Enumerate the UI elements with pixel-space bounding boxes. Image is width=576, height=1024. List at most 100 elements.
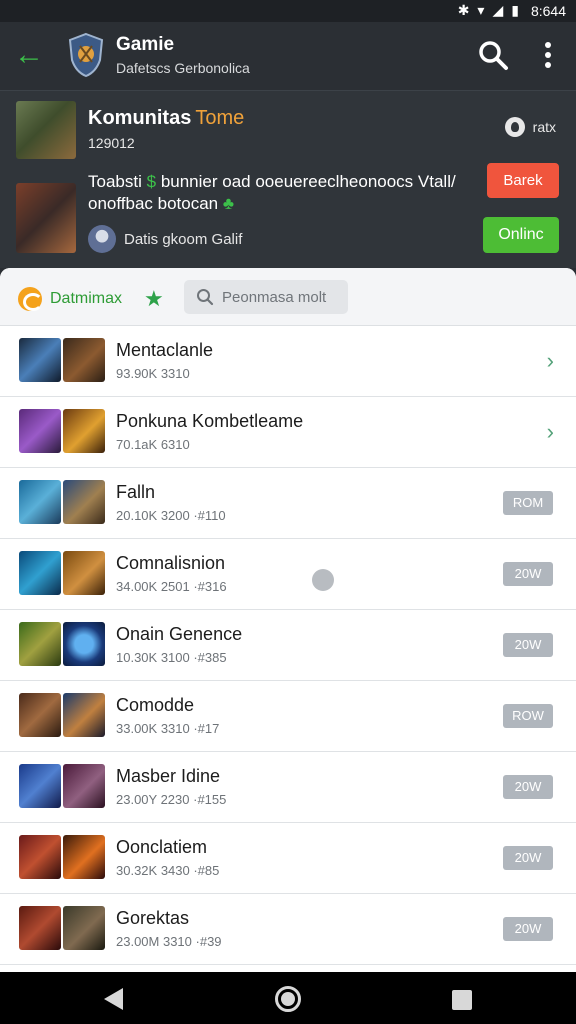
desc-line1: Toabsti — [88, 172, 142, 191]
game-list: Mentaclanle 93.90K 3310 › Ponkuna Kombet… — [0, 326, 576, 965]
author-avatar — [88, 225, 116, 253]
community-code: 129012 — [88, 135, 135, 151]
game-thumbnail — [19, 906, 61, 950]
signal-icon: ◢ — [492, 2, 504, 18]
report-button[interactable]: Barek — [487, 163, 559, 198]
game-thumbnail — [19, 835, 61, 879]
item-meta: 30.32K 3430 ·#85 — [116, 863, 220, 878]
item-action-pill[interactable]: ROW — [503, 704, 553, 728]
desc-line2: onoffbac botocan — [88, 194, 219, 213]
list-item[interactable]: Falln 20.10K 3200 ·#110 ROM — [0, 468, 576, 539]
game-thumbnail — [19, 622, 61, 666]
leaf-icon: ♣ — [222, 194, 235, 213]
item-title: Masber Idine — [116, 766, 221, 786]
item-meta: 10.30K 3100 ·#385 — [116, 650, 227, 665]
game-thumbnail — [19, 338, 61, 382]
status-bar: ✱ ▾ ◢ ▮ 8:644 — [0, 0, 576, 22]
game-thumbnail — [19, 409, 61, 453]
nav-recents-icon[interactable] — [452, 990, 472, 1010]
post-thumbnail[interactable] — [16, 183, 76, 253]
more-options-button[interactable] — [538, 38, 558, 72]
content-panel: Datmimax ★ Peonmasa molt Mentaclanle 93.… — [0, 268, 576, 972]
game-thumbnail — [19, 551, 61, 595]
app-title: Gamie — [116, 34, 175, 55]
chevron-right-icon[interactable]: › — [547, 419, 554, 445]
list-item[interactable]: Masber Idine 23.00Y 2230 ·#155 20W — [0, 752, 576, 823]
item-title: Comnalisnion — [116, 553, 226, 573]
game-thumbnail — [19, 764, 61, 808]
item-meta: 93.90K 3310 — [116, 366, 190, 381]
game-thumbnail — [63, 906, 105, 950]
list-item[interactable]: Comodde 33.00K 3310 ·#17 ROW — [0, 681, 576, 752]
author-badge[interactable]: Datis gkoom Galif — [88, 225, 242, 253]
list-item[interactable]: Gorektas 23.00M 3310 ·#39 20W — [0, 894, 576, 965]
star-icon[interactable]: ★ — [144, 286, 164, 312]
bluetooth-icon: ✱ — [457, 2, 470, 18]
item-meta: 20.10K 3200 ·#110 — [116, 508, 226, 523]
item-title: Oonclatiem — [116, 837, 208, 857]
item-action-pill[interactable]: 20W — [503, 917, 553, 941]
battery-icon: ▮ — [511, 2, 519, 18]
item-action-pill[interactable]: 20W — [503, 775, 553, 799]
game-thumbnail — [19, 480, 61, 524]
search-icon — [479, 41, 508, 70]
search-field-icon — [197, 289, 214, 306]
status-time: 8:644 — [530, 2, 566, 19]
search-placeholder: Peonmasa molt — [222, 288, 327, 306]
game-thumbnail — [63, 480, 105, 524]
nav-home-icon[interactable] — [275, 986, 301, 1012]
drop-icon — [504, 117, 525, 137]
item-action-pill[interactable]: ROM — [503, 491, 553, 515]
game-thumbnail — [63, 835, 105, 879]
item-title: Comodde — [116, 695, 195, 715]
community-rating[interactable]: ratx — [504, 117, 556, 137]
list-item[interactable]: Ponkuna Kombetleame 70.1aK 6310 › — [0, 397, 576, 468]
item-title: Mentaclanle — [116, 340, 214, 360]
status-icons: ✱ ▾ ◢ ▮ 8:644 — [458, 2, 566, 19]
game-thumbnail — [63, 338, 105, 382]
community-description: Toabsti $ bunnier oad ooeuereeclheonoocs… — [88, 171, 468, 215]
filter-bar: Datmimax ★ Peonmasa molt — [0, 268, 576, 326]
list-item[interactable]: Onain Genence 10.30K 3100 ·#385 20W — [0, 610, 576, 681]
search-button[interactable] — [476, 38, 510, 72]
more-vertical-icon — [545, 42, 551, 68]
game-thumbnail — [63, 622, 105, 666]
desc-mid: bunnier oad ooeuereeclheonoocs Vtall/ — [160, 172, 456, 191]
game-thumbnail — [63, 764, 105, 808]
item-title: Falln — [116, 482, 156, 502]
item-meta: 70.1aK 6310 — [116, 437, 190, 452]
item-meta: 23.00Y 2230 ·#155 — [116, 792, 227, 807]
shield-logo-icon — [68, 32, 104, 78]
community-title-text: Komunitas — [88, 107, 192, 129]
game-thumbnail — [63, 409, 105, 453]
list-item[interactable]: Comnalisnion 34.00K 2501 ·#316 20W — [0, 539, 576, 610]
item-title: Ponkuna Kombetleame — [116, 411, 304, 431]
list-item[interactable]: Oonclatiem 30.32K 3430 ·#85 20W — [0, 823, 576, 894]
game-thumbnail — [63, 693, 105, 737]
nav-back-icon[interactable] — [104, 988, 123, 1010]
item-meta: 23.00M 3310 ·#39 — [116, 934, 222, 949]
game-thumbnail — [63, 551, 105, 595]
community-title: Komunitas Tome — [88, 107, 244, 130]
item-action-pill[interactable]: 20W — [503, 633, 553, 657]
search-input[interactable]: Peonmasa molt — [184, 280, 348, 314]
item-meta: 34.00K 2501 ·#316 — [116, 579, 227, 594]
community-tag: Tome — [195, 107, 245, 129]
coin-icon — [18, 287, 43, 311]
item-meta: 33.00K 3310 ·#17 — [116, 721, 220, 736]
sprout-icon: $ — [146, 172, 157, 191]
community-header: Komunitas Tome 129012 ratx Toabsti $ bunn… — [0, 90, 576, 268]
arrow-left-icon: ← — [14, 38, 44, 71]
item-action-pill[interactable]: 20W — [503, 846, 553, 870]
chevron-right-icon[interactable]: › — [547, 348, 554, 374]
back-button[interactable]: ← — [14, 38, 48, 72]
item-action-pill[interactable]: 20W — [503, 562, 553, 586]
list-item[interactable]: Mentaclanle 93.90K 3310 › — [0, 326, 576, 397]
filter-chip[interactable]: Datmimax ★ — [18, 286, 164, 312]
rating-label: ratx — [532, 119, 556, 135]
item-title: Gorektas — [116, 908, 190, 928]
online-button[interactable]: Onlinc — [483, 217, 559, 253]
app-bar: ← Gamie Dafetscs Gerbonolica — [0, 22, 576, 90]
game-thumbnail — [19, 693, 61, 737]
community-avatar[interactable] — [16, 101, 76, 159]
